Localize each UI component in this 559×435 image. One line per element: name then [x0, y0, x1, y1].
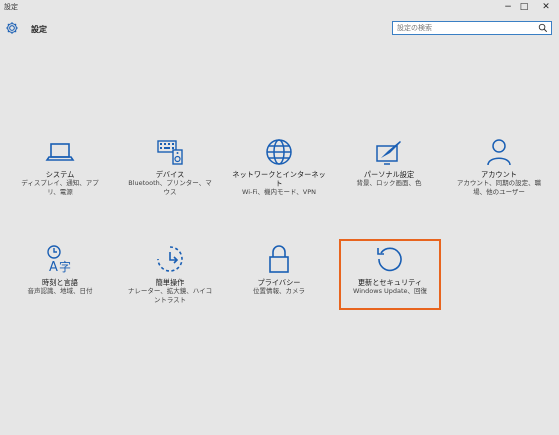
search-placeholder: 設定の検索: [397, 24, 432, 32]
tile-label: システム: [45, 170, 75, 179]
tile-system[interactable]: システム ディスプレイ、通知、アプリ、電源: [10, 138, 110, 208]
globe-icon: [266, 139, 292, 165]
tile-description: 位置情報、カメラ: [253, 287, 305, 295]
laptop-icon: [45, 143, 75, 161]
tile-description: アカウント、同期の設定、職場、他のユーザー: [456, 179, 542, 196]
tile-description: 音声認識、地域、日付: [27, 287, 93, 295]
tile-ease-of-access[interactable]: 簡単操作 ナレーター、拡大鏡、ハイコントラスト: [120, 244, 220, 314]
tile-description: Windows Update、回復: [352, 287, 428, 295]
page-title: 設定: [31, 25, 47, 34]
tile-label: ネットワークとインターネット: [232, 170, 326, 188]
tile-label: デバイス: [155, 170, 185, 179]
tile-description: Bluetooth、プリンター、マウス: [128, 179, 212, 196]
tile-description: Wi-Fi、機内モード、VPN: [242, 188, 316, 196]
search-input[interactable]: 設定の検索: [392, 21, 552, 35]
window-title: 設定: [4, 3, 18, 11]
tile-label: 簡単操作: [155, 278, 185, 287]
tile-privacy[interactable]: プライバシー 位置情報、カメラ: [229, 244, 329, 314]
close-button[interactable]: ✕: [535, 0, 557, 14]
time-language-icon: A 字: [47, 245, 71, 274]
tile-personalization[interactable]: パーソナル設定 背景、ロック画面、色: [339, 138, 439, 208]
tile-label: パーソナル設定: [363, 170, 415, 179]
tile-label: 時刻と言語: [42, 278, 78, 287]
tile-description: 背景、ロック画面、色: [356, 179, 422, 187]
tile-accounts[interactable]: アカウント アカウント、同期の設定、職場、他のユーザー: [449, 138, 549, 208]
gear-icon: [6, 22, 18, 34]
tile-label: アカウント: [481, 170, 517, 179]
devices-icon: [157, 140, 183, 165]
ease-of-access-icon: [157, 246, 183, 272]
tile-update-security[interactable]: 更新とセキュリティ Windows Update、回復: [339, 239, 441, 310]
tile-description: ナレーター、拡大鏡、ハイコントラスト: [127, 287, 213, 304]
person-icon: [487, 139, 511, 166]
lock-icon: [269, 245, 289, 273]
svg-text:A: A: [49, 260, 58, 274]
update-icon: [377, 247, 402, 272]
tile-label: プライバシー: [257, 278, 301, 287]
maximize-button[interactable]: □: [513, 0, 535, 14]
svg-text:字: 字: [59, 259, 71, 274]
tile-network-internet[interactable]: ネットワークとインターネット Wi-Fi、機内モード、VPN: [229, 138, 329, 208]
search-icon[interactable]: [538, 23, 548, 33]
window-titlebar: 設定 − □ ✕: [0, 0, 559, 14]
tile-devices[interactable]: デバイス Bluetooth、プリンター、マウス: [120, 138, 220, 208]
personalization-icon: [376, 141, 401, 165]
tile-description: ディスプレイ、通知、アプリ、電源: [21, 179, 99, 196]
tile-label: 更新とセキュリティ: [357, 278, 423, 287]
tile-time-language[interactable]: A 字 時刻と言語 音声認識、地域、日付: [10, 244, 110, 314]
